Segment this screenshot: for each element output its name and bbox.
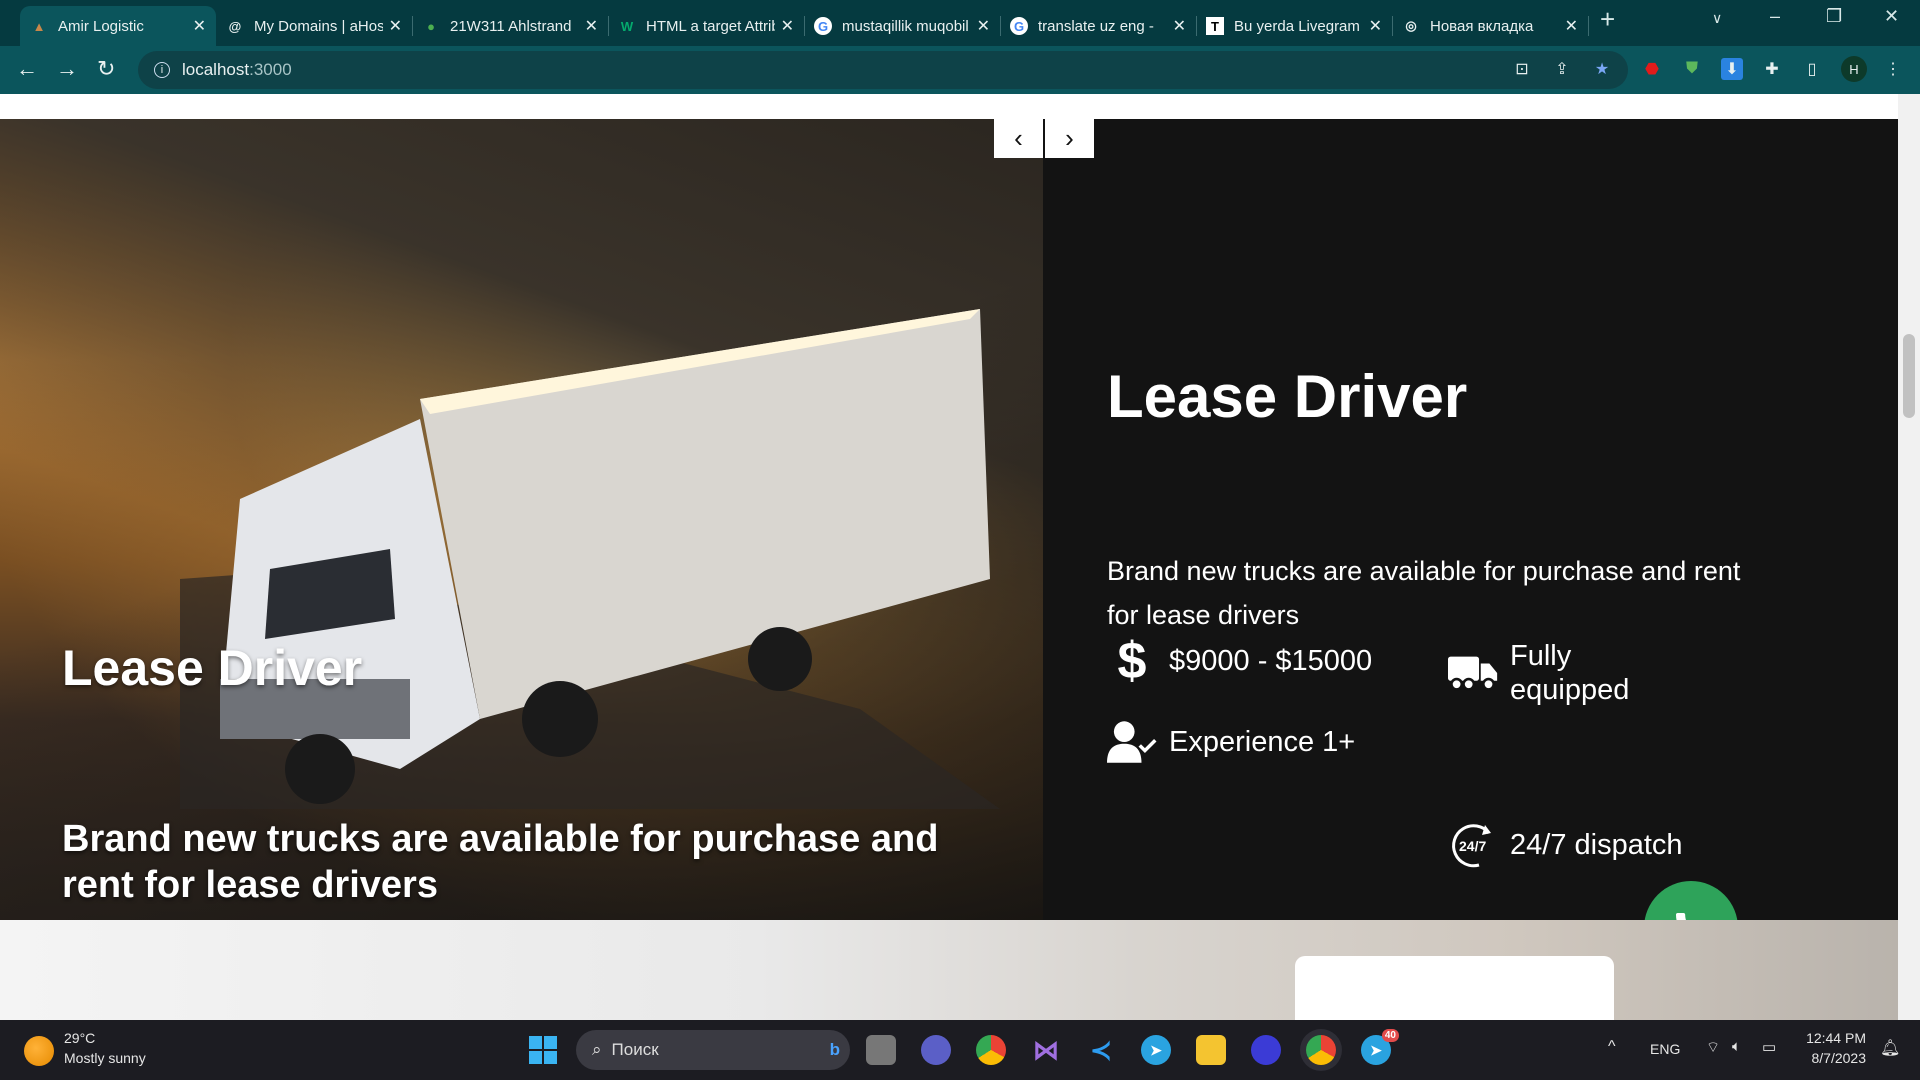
chrome-icon: ◎ [1405,18,1417,33]
side-panel-icon[interactable]: ▯ [1801,58,1823,80]
url-host: localhost [182,60,250,79]
lease-description: Brand new trucks are available for purch… [1107,556,1741,630]
back-button[interactable]: ← [16,56,38,82]
windows-taskbar: 29°C Mostly sunny ⌕ Поиск b ⋈ ≺ ➤ ➤ 40 ^ EN… [0,1020,1920,1080]
profile-avatar[interactable]: H [1841,56,1867,82]
menu-kebab-icon[interactable]: ⋮ [1882,58,1904,80]
feature-equipment: Fully equipped [1448,639,1688,707]
reload-button[interactable]: ↻ [97,56,115,82]
tab-translate[interactable]: Gtranslate uz eng - ✕ [1000,6,1196,46]
taskbar-search[interactable]: ⌕ Поиск b [576,1030,850,1070]
tab-amir-logistic[interactable]: ▲ Amir Logistic ✕ [20,6,216,46]
clock-time[interactable]: 12:44 PM [1804,1030,1866,1046]
w3schools-icon: W [620,18,634,34]
search-icon: ⌕ [592,1040,602,1059]
adblock-icon[interactable]: ⬣ [1641,58,1663,80]
hero-info-panel [1043,119,1898,920]
close-icon[interactable]: ✕ [585,16,598,36]
chrome-profile-icon[interactable] [1306,1035,1336,1065]
close-icon[interactable]: ✕ [1369,16,1382,36]
share-icon[interactable]: ⇪ [1551,58,1573,80]
app-icon[interactable] [1251,1035,1281,1065]
visual-studio-icon[interactable]: ⋈ [1031,1035,1061,1065]
volume-icon[interactable]: 🔈︎ [1732,1038,1741,1055]
close-icon[interactable]: ✕ [781,16,794,36]
scrollbar-thumb[interactable] [1903,334,1915,418]
download-extension-icon[interactable]: ⬇ [1721,58,1743,80]
telegram-icon[interactable]: ➤ 40 [1361,1029,1399,1065]
new-tab-button[interactable]: + [1600,4,1615,35]
restore-button[interactable]: ❐ [1826,6,1842,27]
url-port: :3000 [249,60,292,79]
feature-salary: $ $9000 - $15000 [1107,632,1373,690]
hero-image-title: Lease Driver [62,640,363,696]
weather-temp[interactable]: 29°C [64,1030,95,1046]
tab-search-chevron-icon[interactable]: ∨ [1712,10,1722,27]
next-section-card [1295,956,1614,1020]
tab-maps[interactable]: ● 21W311 Ahlstrand ✕ [412,6,608,46]
close-icon[interactable]: ✕ [1173,16,1186,36]
truck-illustration [180,309,1000,809]
lease-title: Lease Driver [1107,363,1468,430]
feature-experience: Experience 1+ [1107,716,1367,768]
file-explorer-icon[interactable] [1196,1035,1226,1065]
show-hidden-icons-chevron[interactable]: ^ [1608,1038,1616,1056]
page-scrollbar[interactable] [1898,94,1920,1020]
weather-sun-icon[interactable] [24,1036,54,1066]
hero-truck-image [0,119,1043,920]
24-7-icon: 24/7 [1448,821,1498,869]
feature-dispatch: 24/7 24/7 dispatch [1448,821,1683,869]
at-icon: @ [228,18,242,34]
forward-button[interactable]: → [56,56,78,82]
notification-badge: 40 [1381,1029,1399,1042]
tab-favicon: ▲ [32,18,46,34]
tab-my-domains[interactable]: @ My Domains | aHost ✕ [216,6,412,46]
clock-date[interactable]: 8/7/2023 [1804,1050,1867,1066]
tab-strip: ▲ Amir Logistic ✕ @ My Domains | aHost ✕ ● 21… [0,0,1920,46]
notification-bell-icon[interactable]: 🔔︎ [1880,1038,1900,1058]
close-icon[interactable]: ✕ [977,16,990,36]
task-view-icon[interactable] [866,1035,896,1065]
svg-text:24/7: 24/7 [1459,838,1486,854]
telegraph-icon: T [1206,17,1224,35]
start-windows-icon[interactable] [528,1035,558,1065]
wifi-icon[interactable]: ⌔ [1706,1038,1720,1057]
vscode-icon[interactable]: ≺ [1086,1035,1116,1065]
bookmark-star-icon[interactable]: ★ [1591,58,1613,80]
tab-livegram[interactable]: T Bu yerda Livegram ✕ [1196,6,1392,46]
slider-next-button[interactable]: › [1045,119,1094,158]
tab-google-search[interactable]: Gmustaqillik muqobil ✕ [804,6,1000,46]
translate-icon[interactable]: ⊡ [1511,58,1533,80]
toolbar: ← → ↻ i localhost:3000 ⊡ ⇪ ★ ⬣ ⛊ ⬇ ✚ ▯ H… [0,46,1920,94]
close-icon[interactable]: ✕ [389,16,402,36]
telegram-icon[interactable]: ➤ [1141,1035,1171,1065]
hero-image-description: Brand new trucks are available for purch… [62,818,939,906]
tab-new-tab[interactable]: ◎ Новая вкладка ✕ [1392,6,1588,46]
tab-w3schools[interactable]: WHTML a target Attribute✕ [608,6,804,46]
google-icon: G [814,17,832,35]
extensions-puzzle-icon[interactable]: ✚ [1761,58,1783,80]
teams-chat-icon[interactable] [921,1035,951,1065]
adguard-icon[interactable]: ⛊ [1681,58,1703,80]
page-content: Lease Driver Brand new trucks are availa… [0,94,1898,1020]
dollar-icon: $ [1117,632,1147,690]
google-icon: G [1010,17,1028,35]
info-icon[interactable]: i [154,62,170,78]
address-bar[interactable]: i localhost:3000 [138,51,1628,89]
minimize-button[interactable]: – [1770,6,1780,27]
close-icon[interactable]: ✕ [1565,16,1578,36]
language-indicator[interactable]: ENG [1650,1041,1680,1057]
slider-prev-button[interactable]: ‹ [994,119,1043,158]
close-window-button[interactable]: ✕ [1884,6,1899,27]
map-pin-icon: ● [427,18,435,34]
bing-icon: b [829,1040,840,1059]
weather-desc[interactable]: Mostly sunny [64,1050,146,1066]
battery-icon[interactable]: ▭ [1762,1038,1776,1056]
chrome-icon[interactable] [976,1035,1006,1065]
truck-icon [1448,652,1498,694]
user-check-icon [1107,716,1157,768]
close-icon[interactable]: ✕ [193,16,206,36]
